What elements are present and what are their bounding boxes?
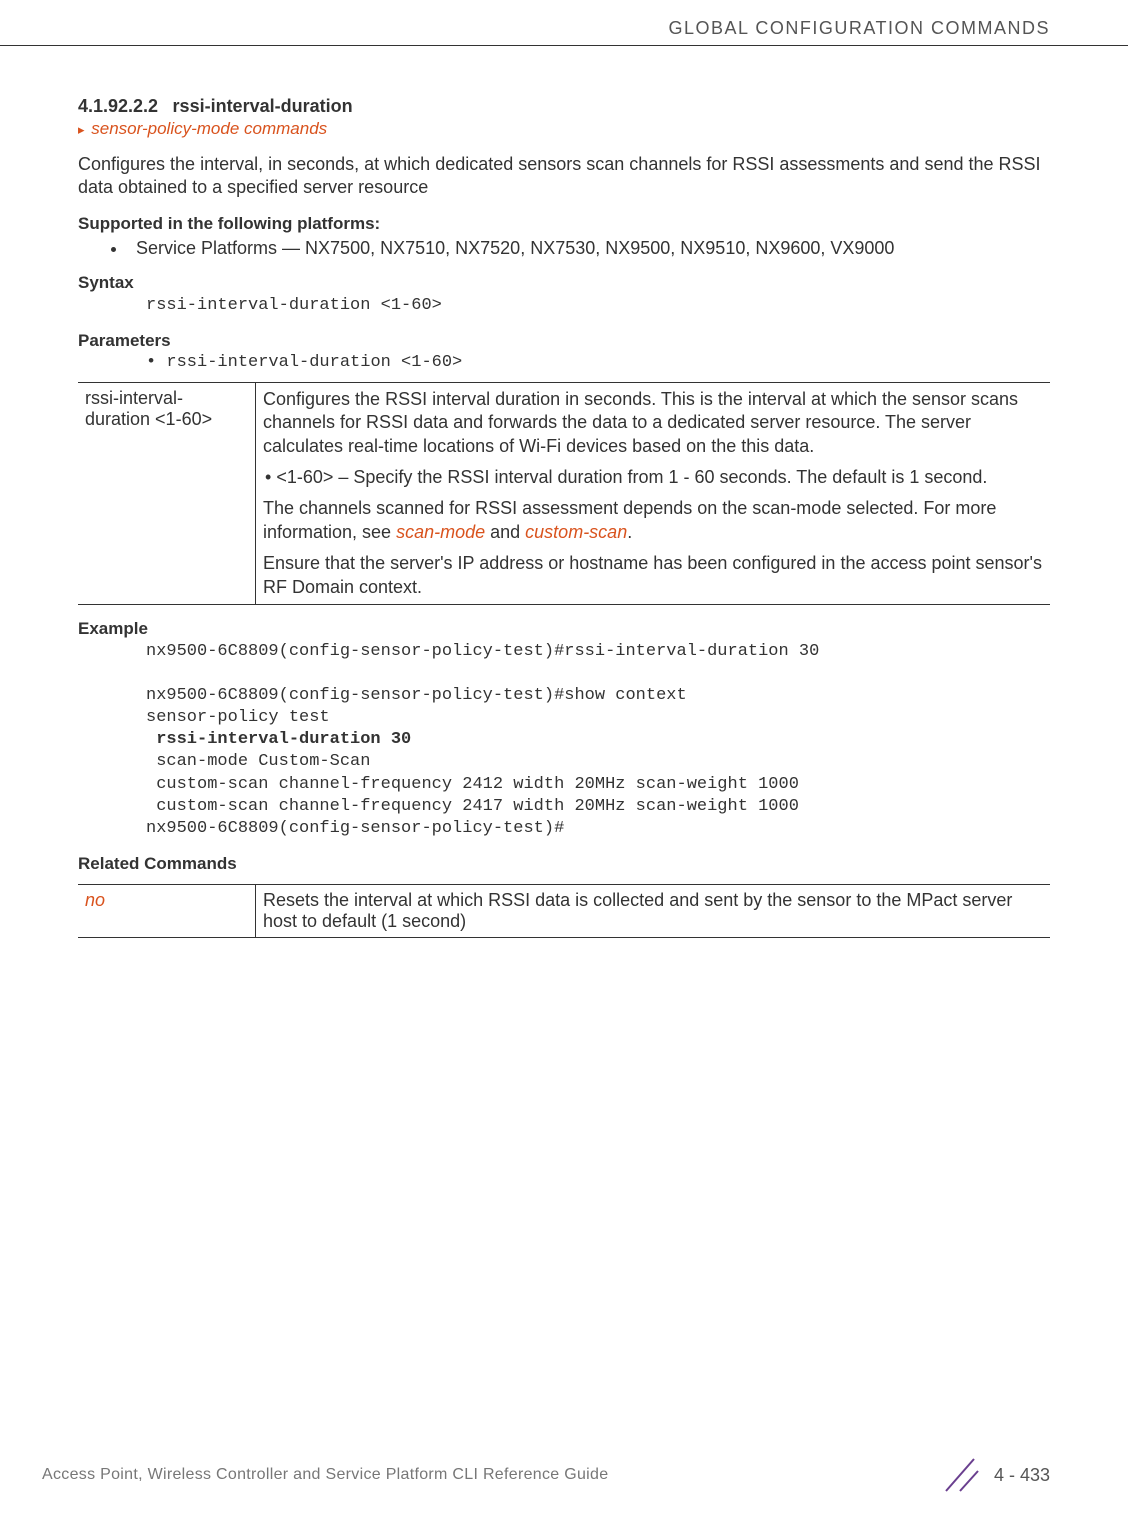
related-name-cell: no [78, 884, 256, 937]
slash-icon [940, 1455, 980, 1495]
example-line: nx9500-6C8809(config-sensor-policy-test)… [146, 642, 819, 661]
param-name-cell: rssi-interval-duration <1-60> [78, 382, 256, 604]
example-heading: Example [78, 619, 1050, 639]
example-line: nx9500-6C8809(config-sensor-policy-test)… [146, 686, 687, 705]
related-desc: Resets the interval at which RSSI data i… [257, 886, 1049, 936]
page-footer: Access Point, Wireless Controller and Se… [0, 1455, 1128, 1495]
p3-text-c: . [627, 522, 632, 542]
example-code: nx9500-6C8809(config-sensor-policy-test)… [78, 641, 1050, 840]
section-title: rssi-interval-duration [163, 96, 353, 116]
example-line: custom-scan channel-frequency 2417 width… [146, 797, 799, 816]
example-line: sensor-policy test [146, 708, 330, 727]
param-desc-cell: Configures the RSSI interval duration in… [256, 382, 1051, 604]
intro-text: Configures the interval, in seconds, at … [78, 153, 1050, 200]
syntax-heading: Syntax [78, 273, 1050, 293]
breadcrumb-link[interactable]: sensor-policy-mode commands [78, 119, 1050, 139]
page: GLOBAL CONFIGURATION COMMANDS 4.1.92.2.2… [0, 0, 1128, 1515]
section-number: 4.1.92.2.2 [78, 96, 158, 116]
table-row: rssi-interval-duration <1-60> Configures… [78, 382, 1050, 604]
custom-scan-link[interactable]: custom-scan [525, 522, 627, 542]
param-name: rssi-interval-duration <1-60> [79, 384, 254, 434]
p3-text-b: and [485, 522, 525, 542]
footer-title: Access Point, Wireless Controller and Se… [42, 1466, 608, 1484]
param-desc-p4: Ensure that the server's IP address or h… [263, 552, 1043, 599]
breadcrumb-text: sensor-policy-mode commands [91, 119, 327, 138]
example-line-bold: rssi-interval-duration 30 [146, 730, 411, 749]
example-line: scan-mode Custom-Scan [146, 752, 370, 771]
page-number: 4 - 433 [994, 1465, 1050, 1486]
section-heading: 4.1.92.2.2 rssi-interval-duration [78, 96, 1050, 117]
content-area: 4.1.92.2.2 rssi-interval-duration sensor… [0, 96, 1128, 938]
param-desc-p2: <1-60> – Specify the RSSI interval durat… [263, 466, 1043, 489]
header-title: GLOBAL CONFIGURATION COMMANDS [0, 18, 1128, 45]
supported-list: Service Platforms — NX7500, NX7510, NX75… [78, 238, 1050, 259]
footer-right: 4 - 433 [940, 1455, 1050, 1495]
example-line: custom-scan channel-frequency 2412 width… [146, 775, 799, 794]
related-desc-cell: Resets the interval at which RSSI data i… [256, 884, 1051, 937]
related-heading: Related Commands [78, 854, 1050, 874]
param-desc-p3: The channels scanned for RSSI assessment… [263, 497, 1043, 544]
page-header: GLOBAL CONFIGURATION COMMANDS [0, 0, 1128, 46]
section-title-text: rssi-interval-duration [173, 96, 353, 116]
supported-heading: Supported in the following platforms: [78, 214, 1050, 234]
no-command-link[interactable]: no [79, 886, 254, 915]
param-desc-p1: Configures the RSSI interval duration in… [263, 388, 1043, 458]
table-row: no Resets the interval at which RSSI dat… [78, 884, 1050, 937]
related-commands-table: no Resets the interval at which RSSI dat… [78, 884, 1050, 938]
parameters-bullet: rssi-interval-duration <1-60> [78, 353, 1050, 372]
parameters-heading: Parameters [78, 331, 1050, 351]
supported-item: Service Platforms — NX7500, NX7510, NX75… [128, 238, 1050, 259]
syntax-code: rssi-interval-duration <1-60> [78, 295, 1050, 317]
scan-mode-link[interactable]: scan-mode [396, 522, 485, 542]
parameters-table: rssi-interval-duration <1-60> Configures… [78, 382, 1050, 605]
example-line: nx9500-6C8809(config-sensor-policy-test)… [146, 819, 564, 838]
